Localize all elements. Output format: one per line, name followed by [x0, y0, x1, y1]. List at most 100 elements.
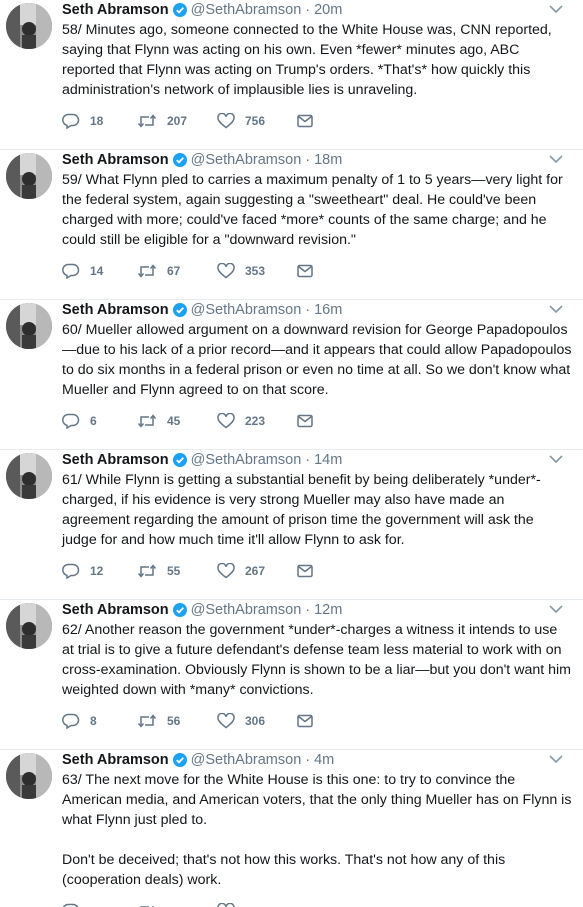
separator-dot: ·	[305, 2, 311, 18]
separator-dot: ·	[305, 152, 311, 168]
reply-icon	[62, 903, 79, 907]
author-name[interactable]: Seth Abramson	[62, 452, 169, 468]
reply-button[interactable]: 18	[62, 113, 137, 129]
retweet-button[interactable]: 67	[137, 263, 217, 279]
retweet-icon	[137, 714, 157, 728]
timestamp[interactable]: 14m	[314, 452, 342, 468]
tweet[interactable]: Seth Abramson @SethAbramson · 20m 58/ Mi…	[0, 0, 583, 150]
verified-badge-icon	[172, 3, 187, 17]
chevron-down-icon[interactable]	[549, 604, 563, 614]
direct-message-button[interactable]	[297, 714, 317, 728]
reply-count: 8	[90, 714, 97, 728]
reply-button[interactable]: 6	[62, 413, 137, 429]
like-button[interactable]: 306	[217, 713, 297, 729]
reply-button[interactable]	[62, 903, 137, 907]
reply-count: 14	[90, 264, 104, 278]
separator-dot: ·	[305, 752, 311, 768]
verified-badge-icon	[172, 753, 187, 767]
timestamp[interactable]: 16m	[314, 302, 342, 318]
tweet[interactable]: Seth Abramson @SethAbramson · 16m 60/ Mu…	[0, 300, 583, 450]
direct-message-button[interactable]	[297, 564, 317, 578]
like-button[interactable]: 353	[217, 263, 297, 279]
direct-message-icon	[297, 414, 313, 428]
tweet[interactable]: Seth Abramson @SethAbramson · 14m 61/ Wh…	[0, 450, 583, 600]
retweet-button[interactable]: 56	[137, 713, 217, 729]
separator-dot: ·	[305, 302, 311, 318]
tweet-actions: 8 56 306	[62, 713, 317, 729]
tweet[interactable]: Seth Abramson @SethAbramson · 18m 59/ Wh…	[0, 150, 583, 300]
avatar-photo	[6, 603, 52, 649]
author-name[interactable]: Seth Abramson	[62, 302, 169, 318]
direct-message-button[interactable]	[297, 414, 317, 428]
author-handle[interactable]: @SethAbramson	[191, 302, 302, 318]
retweet-count: 67	[167, 264, 181, 278]
reply-button[interactable]: 14	[62, 263, 137, 279]
tweet[interactable]: Seth Abramson @SethAbramson · 4m 63/ The…	[0, 750, 583, 907]
avatar[interactable]	[6, 753, 52, 799]
tweet-text: 59/ What Flynn pled to carries a maximum…	[62, 172, 567, 248]
direct-message-icon	[297, 714, 313, 728]
timestamp[interactable]: 20m	[314, 2, 342, 18]
like-button[interactable]: 756	[217, 113, 297, 129]
retweet-count: 56	[167, 714, 181, 728]
retweet-button[interactable]	[137, 903, 217, 907]
retweet-icon	[140, 906, 154, 907]
like-button[interactable]: 223	[217, 413, 297, 429]
heart-icon	[217, 563, 235, 579]
tweet-actions: 6 45 223	[62, 413, 317, 429]
retweet-button[interactable]: 207	[137, 113, 217, 129]
direct-message-button[interactable]	[297, 264, 317, 278]
reply-button[interactable]: 8	[62, 713, 137, 729]
author-name[interactable]: Seth Abramson	[62, 752, 169, 768]
chevron-down-icon[interactable]	[549, 304, 563, 314]
tweet-actions	[62, 903, 297, 907]
heart-icon	[217, 903, 235, 907]
avatar[interactable]	[6, 153, 52, 199]
reply-icon	[62, 413, 80, 429]
chevron-down-icon[interactable]	[549, 754, 563, 764]
tweet-text: 60/ Mueller allowed argument on a downwa…	[62, 322, 576, 398]
chevron-down-icon[interactable]	[549, 4, 563, 14]
avatar[interactable]	[6, 453, 52, 499]
like-count: 306	[245, 714, 266, 728]
timestamp[interactable]: 4m	[314, 752, 334, 768]
author-name[interactable]: Seth Abramson	[62, 602, 169, 618]
retweet-icon	[137, 264, 157, 278]
author-handle[interactable]: @SethAbramson	[191, 752, 302, 768]
author-handle[interactable]: @SethAbramson	[191, 152, 302, 168]
like-count: 756	[245, 114, 266, 128]
separator-dot: ·	[305, 602, 311, 618]
reply-button[interactable]: 12	[62, 563, 137, 579]
tweet-actions: 14 67 353	[62, 263, 317, 279]
avatar[interactable]	[6, 3, 52, 49]
tweet-actions: 18 207 756	[62, 113, 317, 129]
direct-message-icon	[297, 564, 313, 578]
like-button[interactable]	[217, 903, 297, 907]
timestamp[interactable]: 18m	[314, 152, 342, 168]
tweet[interactable]: Seth Abramson @SethAbramson · 12m 62/ An…	[0, 600, 583, 750]
author-handle[interactable]: @SethAbramson	[191, 602, 302, 618]
heart-icon	[217, 713, 235, 729]
direct-message-button[interactable]	[297, 114, 317, 128]
author-handle[interactable]: @SethAbramson	[191, 2, 302, 18]
reply-icon	[62, 713, 80, 729]
author-name[interactable]: Seth Abramson	[62, 2, 169, 18]
retweet-count: 55	[167, 564, 181, 578]
timestamp[interactable]: 12m	[314, 602, 342, 618]
reply-icon	[62, 113, 80, 129]
like-button[interactable]: 267	[217, 563, 297, 579]
direct-message-icon	[297, 114, 313, 128]
retweet-button[interactable]: 55	[137, 563, 217, 579]
reply-icon	[62, 263, 80, 279]
author-handle[interactable]: @SethAbramson	[191, 452, 302, 468]
tweet-actions: 12 55 267	[62, 563, 317, 579]
chevron-down-icon[interactable]	[549, 454, 563, 464]
reply-count: 18	[90, 114, 104, 128]
tweet-text: 62/ Another reason the government *under…	[62, 622, 575, 698]
chevron-down-icon[interactable]	[549, 154, 563, 164]
author-name[interactable]: Seth Abramson	[62, 152, 169, 168]
avatar[interactable]	[6, 603, 52, 649]
avatar[interactable]	[6, 303, 52, 349]
retweet-button[interactable]: 45	[137, 413, 217, 429]
tweet-text: 58/ Minutes ago, someone connected to th…	[62, 22, 556, 98]
